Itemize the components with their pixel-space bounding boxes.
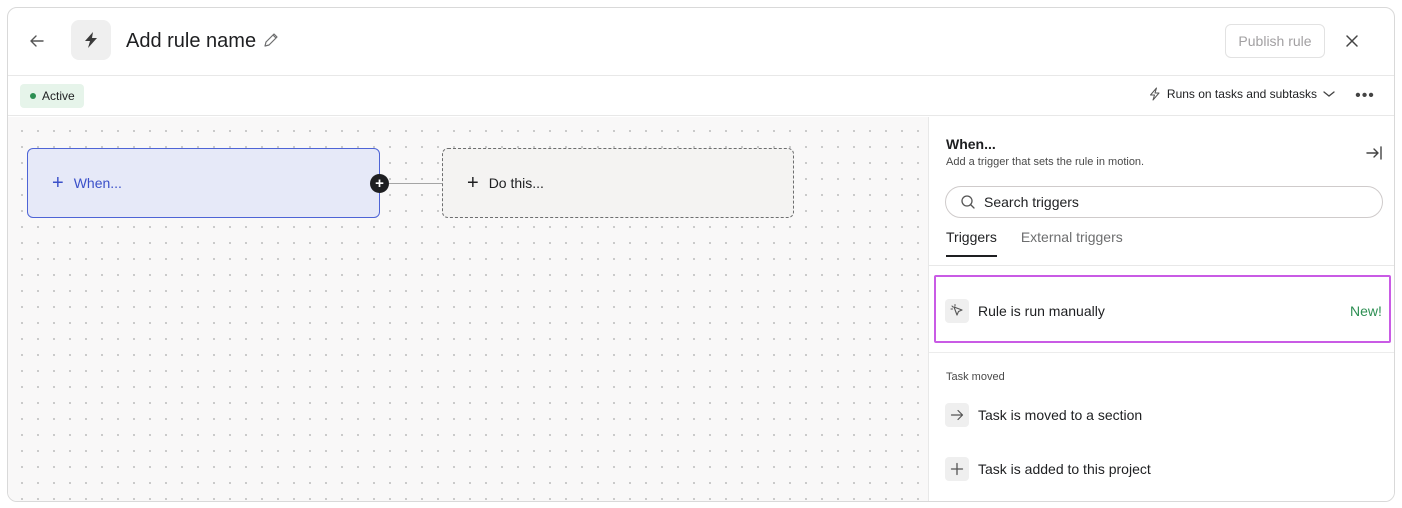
panel-subtitle: Add a trigger that sets the rule in moti… <box>946 156 1145 168</box>
connector-line <box>389 183 443 184</box>
rule-editor-window: Add rule name Publish rule Active Runs o… <box>7 7 1395 502</box>
collapse-panel-icon[interactable] <box>1364 143 1386 165</box>
trigger-rule-run-manually[interactable]: Rule is run manually <box>945 299 1105 323</box>
trigger-task-added-to-project[interactable]: Task is added to this project <box>945 457 1151 481</box>
status-label: Active <box>42 89 75 103</box>
runs-on-dropdown[interactable]: Runs on tasks and subtasks <box>1148 87 1336 101</box>
pencil-icon[interactable] <box>262 31 280 49</box>
panel-title: When... <box>946 136 996 152</box>
trigger-label: Task is added to this project <box>978 461 1151 477</box>
divider <box>929 352 1394 353</box>
do-this-node[interactable]: + Do this... <box>442 148 794 218</box>
new-badge: New! <box>1350 303 1382 319</box>
more-options-icon[interactable]: ••• <box>1352 84 1378 108</box>
do-node-label: Do this... <box>488 175 544 191</box>
lightning-outline-icon <box>1149 87 1160 101</box>
divider <box>929 265 1394 266</box>
search-input[interactable] <box>984 194 1364 210</box>
trigger-panel: When... Add a trigger that sets the rule… <box>928 117 1394 501</box>
search-box[interactable] <box>945 186 1383 218</box>
when-node-label: When... <box>73 175 122 191</box>
lightning-icon <box>71 20 111 60</box>
toolbar: Active Runs on tasks and subtasks ••• <box>8 76 1394 116</box>
trigger-label: Rule is run manually <box>978 303 1105 319</box>
when-node[interactable]: + When... <box>27 148 380 218</box>
back-arrow-icon[interactable] <box>24 28 50 54</box>
cursor-click-icon <box>945 299 969 323</box>
trigger-task-moved-to-section[interactable]: Task is moved to a section <box>945 403 1142 427</box>
trigger-label: Task is moved to a section <box>978 407 1143 423</box>
search-icon <box>961 195 975 209</box>
header: Add rule name Publish rule <box>8 8 1394 76</box>
runs-on-label: Runs on tasks and subtasks <box>1166 87 1317 101</box>
status-badge: Active <box>20 84 84 108</box>
close-icon[interactable] <box>1339 28 1365 54</box>
section-label-task-moved: Task moved <box>946 371 1005 383</box>
status-dot-icon <box>30 93 36 99</box>
rule-canvas[interactable]: + When... + + Do this... <box>8 117 928 501</box>
plus-icon <box>945 457 969 481</box>
tab-external-triggers[interactable]: External triggers <box>1021 229 1123 257</box>
add-step-icon[interactable]: + <box>370 174 389 193</box>
tab-triggers[interactable]: Triggers <box>946 229 997 257</box>
plus-icon: + <box>52 172 64 194</box>
rule-title[interactable]: Add rule name <box>126 28 256 54</box>
publish-rule-button[interactable]: Publish rule <box>1225 24 1325 58</box>
arrow-right-icon <box>945 403 969 427</box>
plus-icon: + <box>467 172 479 194</box>
trigger-tabs: Triggers External triggers <box>946 229 1123 257</box>
chevron-down-icon <box>1323 91 1335 97</box>
